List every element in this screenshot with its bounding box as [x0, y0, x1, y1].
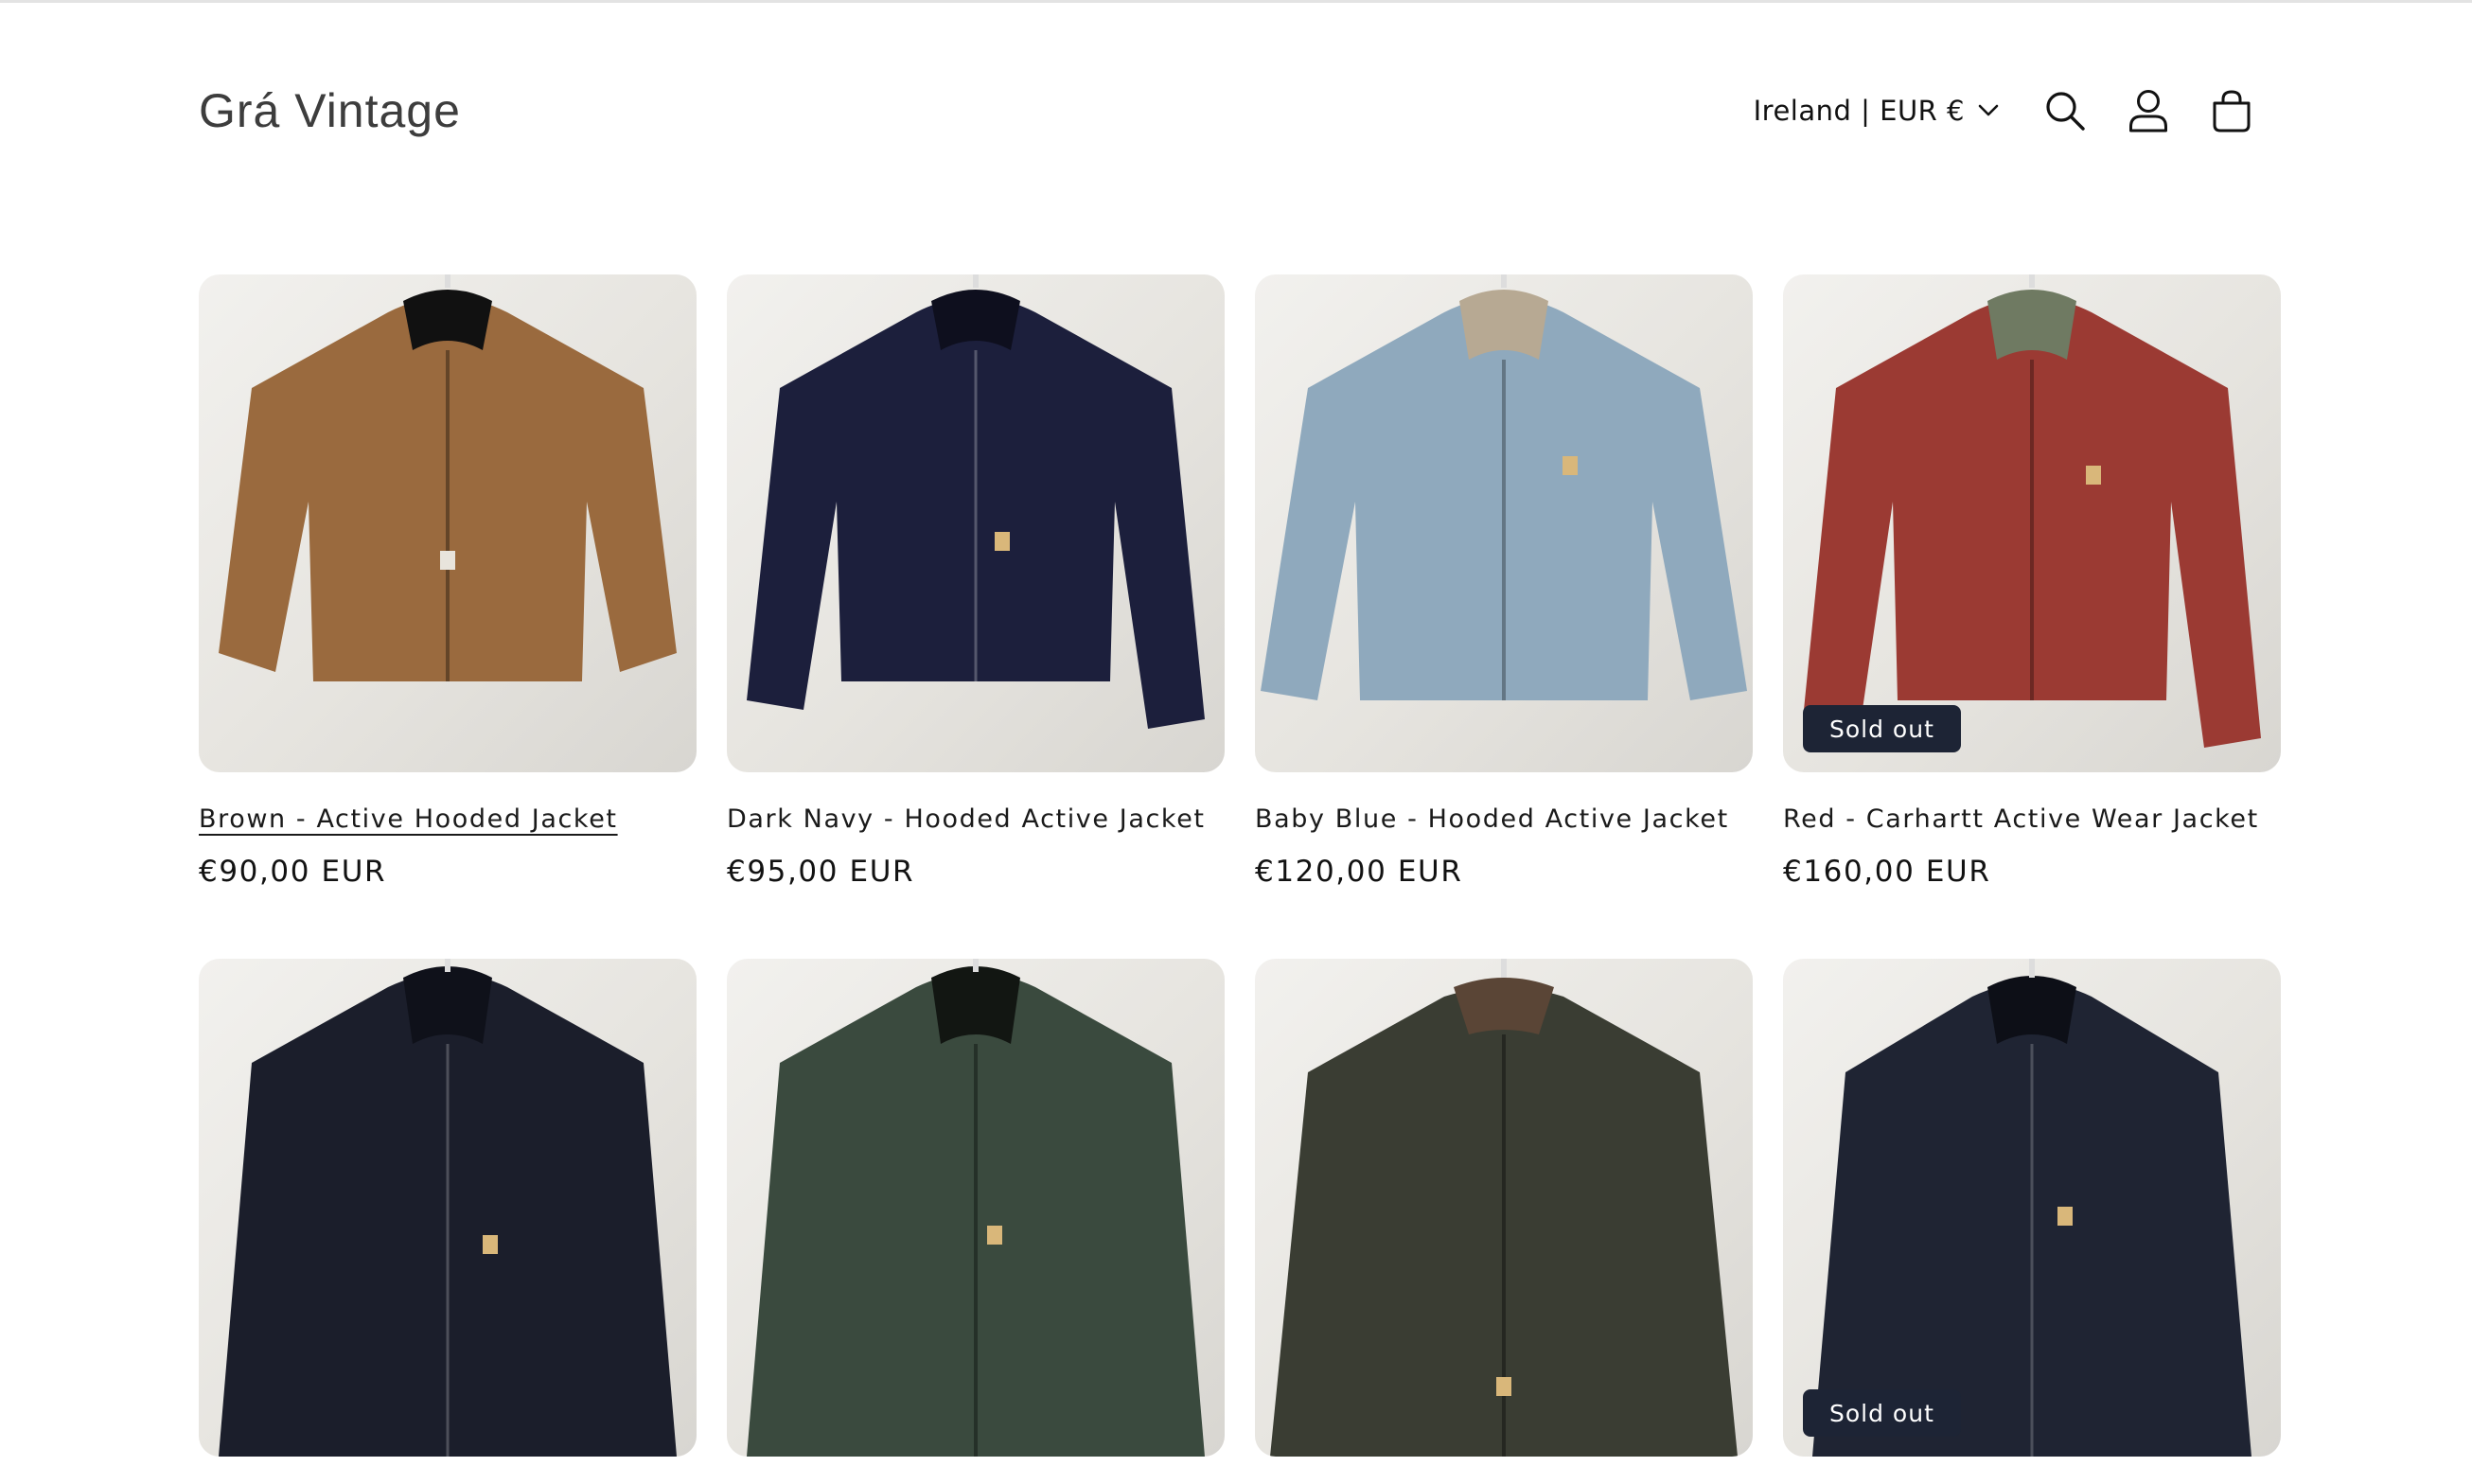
product-price: €120,00 EUR: [1255, 855, 1463, 889]
product-image[interactable]: [727, 274, 1225, 772]
product-card[interactable]: Sold out Red - Carhartt Active Wear Jack…: [1783, 274, 2281, 889]
jacket-image: [1803, 274, 2261, 748]
product-card[interactable]: Sold out: [1783, 959, 2281, 1457]
jacket-image: [1270, 959, 1738, 1457]
jacket-image: [747, 274, 1205, 729]
country-currency-selector[interactable]: Ireland | EUR €: [1754, 95, 1999, 127]
product-image[interactable]: [199, 274, 697, 772]
locale-label: Ireland | EUR €: [1753, 95, 1965, 127]
jacket-image: [1261, 274, 1747, 700]
header-actions: Ireland | EUR €: [1754, 69, 2273, 152]
product-image[interactable]: Sold out: [1783, 959, 2281, 1457]
cart-icon[interactable]: [2190, 69, 2273, 152]
product-card[interactable]: [1255, 959, 1753, 1457]
jacket-image: [1812, 959, 2251, 1457]
product-price: €160,00 EUR: [1783, 855, 1991, 889]
product-price: €90,00 EUR: [199, 855, 387, 889]
sold-out-badge: Sold out: [1803, 705, 1961, 752]
product-image[interactable]: [727, 959, 1225, 1457]
top-border: [0, 0, 2472, 3]
product-title-link[interactable]: Baby Blue - Hooded Active Jacket: [1255, 804, 1729, 834]
product-image[interactable]: [199, 959, 697, 1457]
product-image[interactable]: Sold out: [1783, 274, 2281, 772]
product-card[interactable]: Brown - Active Hooded Jacket €90,00 EUR: [199, 274, 697, 889]
account-icon[interactable]: [2107, 69, 2190, 152]
product-card[interactable]: Baby Blue - Hooded Active Jacket €120,00…: [1255, 274, 1753, 889]
chevron-down-icon: [1978, 104, 1999, 117]
product-card[interactable]: [199, 959, 697, 1457]
product-image[interactable]: [1255, 959, 1753, 1457]
store-logo[interactable]: Grá Vintage: [199, 83, 461, 138]
product-price: €95,00 EUR: [727, 855, 915, 889]
product-card[interactable]: Dark Navy - Hooded Active Jacket €95,00 …: [727, 274, 1225, 889]
product-card[interactable]: [727, 959, 1225, 1457]
search-icon[interactable]: [2023, 69, 2107, 152]
product-title-link[interactable]: Dark Navy - Hooded Active Jacket: [727, 804, 1206, 834]
jacket-image: [747, 959, 1205, 1457]
site-header: Grá Vintage Ireland | EUR €: [199, 57, 2273, 165]
product-title-link[interactable]: Brown - Active Hooded Jacket: [199, 804, 618, 834]
sold-out-badge: Sold out: [1803, 1389, 1961, 1437]
product-image[interactable]: [1255, 274, 1753, 772]
jacket-image: [219, 959, 677, 1457]
product-title-link[interactable]: Red - Carhartt Active Wear Jacket: [1783, 804, 2259, 834]
jacket-image: [219, 274, 677, 681]
